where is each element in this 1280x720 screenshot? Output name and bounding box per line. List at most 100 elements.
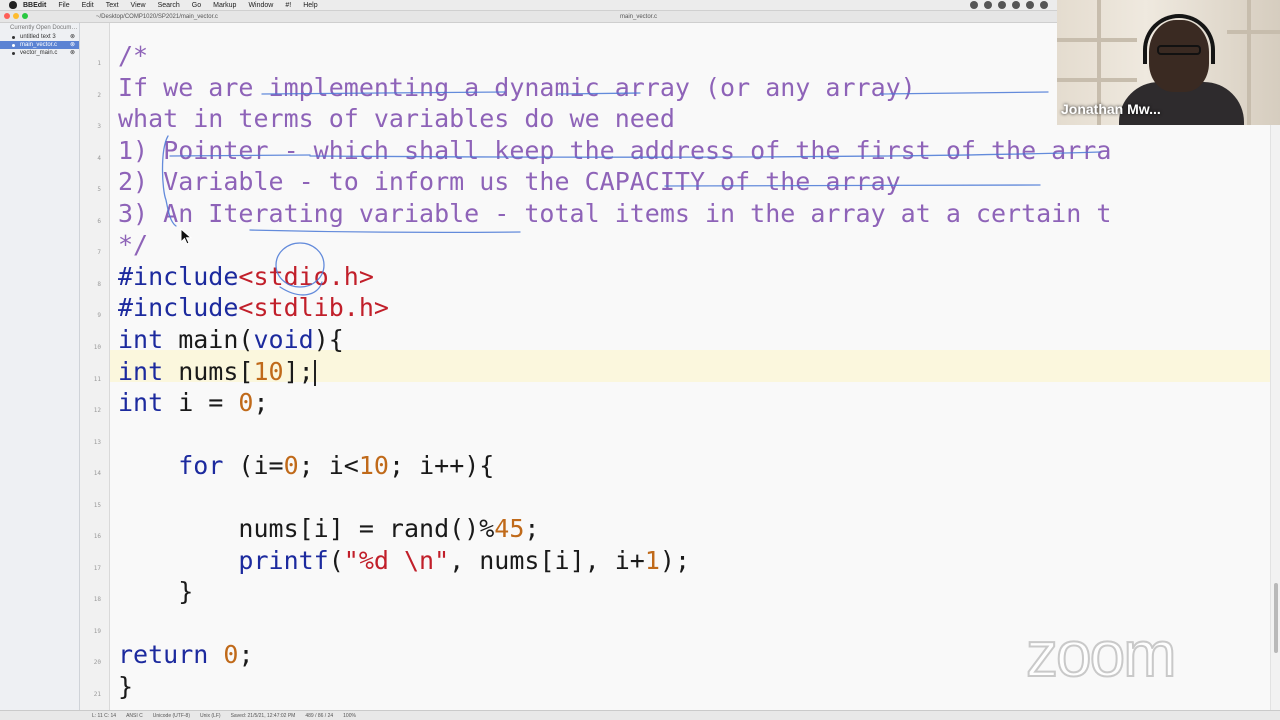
menu-item[interactable]: View — [131, 2, 146, 9]
code-line[interactable]: int i = 0; — [118, 387, 269, 419]
status-icon[interactable] — [998, 1, 1006, 9]
status-item: L: 11 C: 14 — [92, 712, 117, 719]
apple-icon[interactable] — [9, 1, 17, 9]
line-number: 7 — [97, 249, 101, 257]
code-token: ; — [524, 514, 540, 544]
code-token: <stdlib.h> — [238, 293, 389, 323]
code-line[interactable]: 2) Variable - to inform us the CAPACITY … — [118, 166, 901, 198]
code-token: int — [118, 324, 164, 354]
status-icon[interactable] — [1012, 1, 1020, 9]
close-window-button[interactable] — [4, 13, 10, 19]
code-line[interactable]: */ — [118, 229, 148, 261]
code-line[interactable]: return 0; — [118, 639, 254, 671]
status-item[interactable]: 489 / 86 / 24 — [305, 713, 333, 719]
code-token: } — [118, 577, 194, 607]
line-number: 21 — [93, 691, 101, 698]
status-icon[interactable] — [984, 1, 992, 9]
status-item[interactable]: 100% — [343, 713, 356, 719]
sidebar-item-label: vector_main.c — [20, 50, 58, 56]
code-line[interactable]: what in terms of variables do we need — [118, 103, 675, 135]
menu-items: BBEdit File Edit Text View Search Go Markup Wind… — [23, 2, 330, 9]
line-number: 10 — [93, 343, 101, 351]
close-document-icon[interactable]: ⊗ — [70, 33, 75, 41]
bookshelf — [1227, 30, 1280, 34]
code-token: If we are implementing a dynamic array (… — [118, 72, 916, 102]
bookshelf — [1247, 0, 1251, 125]
code-line[interactable]: for (i=0; i<10; i++){ — [118, 450, 494, 482]
sidebar-document-item[interactable]: untitled text 3 ⊗ — [0, 33, 79, 41]
code-token: ]; — [283, 356, 314, 386]
code-token: /* — [118, 41, 149, 70]
sidebar-document-item[interactable]: vector_main.c ⊗ — [0, 49, 79, 57]
code-token: <stdio.h> — [238, 261, 374, 291]
code-token: ){ — [313, 324, 344, 354]
code-token: int — [118, 356, 164, 386]
bluetooth-icon[interactable] — [1040, 1, 1048, 9]
minimize-window-button[interactable] — [13, 13, 19, 19]
status-item[interactable]: ANSI C — [126, 713, 143, 719]
code-line[interactable]: } — [118, 671, 133, 703]
menu-item[interactable]: Go — [192, 2, 201, 9]
vertical-scrollbar[interactable] — [1270, 23, 1280, 710]
code-token: i = — [163, 388, 239, 418]
menu-item[interactable]: Text — [106, 2, 119, 9]
code-token: ; i++){ — [388, 451, 495, 481]
code-token: 10 — [253, 356, 284, 386]
menu-item[interactable]: Markup — [213, 2, 236, 9]
menu-item[interactable]: Search — [158, 2, 180, 9]
code-line[interactable]: #include<stdio.h> — [118, 261, 374, 293]
code-line[interactable]: /* — [118, 40, 148, 72]
menu-item[interactable]: BBEdit — [23, 2, 46, 9]
status-item[interactable]: Unicode (UTF-8) — [153, 713, 190, 719]
code-line[interactable]: printf("%d \n", nums[i], i+1); — [118, 545, 690, 577]
document-path: ~/Desktop/COMP1020/SP2021/main_vector.c — [96, 14, 218, 20]
code-token: return — [118, 640, 209, 670]
menu-item[interactable]: Help — [303, 2, 317, 9]
status-item[interactable]: Unix (LF) — [200, 713, 221, 719]
menu-item[interactable]: File — [58, 2, 69, 9]
line-number: 5 — [97, 186, 101, 194]
status-bar: L: 11 C: 14 ANSI C Unicode (UTF-8) Unix (LF… — [0, 710, 1280, 720]
code-line[interactable]: #include<stdlib.h> — [118, 292, 389, 324]
scrollbar-thumb[interactable] — [1274, 583, 1278, 653]
code-line[interactable]: nums[i] = rand()%45; — [118, 513, 539, 545]
sidebar-document-item[interactable]: main_vector.c ⊗ — [0, 41, 79, 49]
line-number: 8 — [97, 280, 101, 288]
code-token: ; — [238, 640, 254, 670]
code-token: 45 — [494, 514, 525, 544]
code-token: 1 — [644, 545, 660, 575]
zoom-window-button[interactable] — [22, 13, 28, 19]
code-line[interactable]: int main(void){ — [118, 324, 344, 356]
line-number: 6 — [97, 217, 101, 225]
code-token: nums[ — [163, 356, 254, 386]
code-line[interactable]: int nums[10]; — [118, 356, 316, 388]
zoom-watermark: zoom — [1025, 617, 1177, 691]
code-token: 2) Variable - to inform us the CAPACITY … — [118, 167, 901, 197]
status-icon[interactable] — [970, 1, 978, 9]
code-line[interactable]: 3) An Iterating variable - total items i… — [118, 198, 1111, 230]
code-token: nums[i] = rand()% — [118, 514, 495, 544]
close-document-icon[interactable]: ⊗ — [70, 49, 75, 57]
sidebar-item-label: main_vector.c — [20, 42, 58, 48]
menu-item[interactable]: Window — [248, 2, 273, 9]
document-icon — [12, 36, 15, 39]
code-line[interactable]: } — [118, 576, 193, 608]
window-title: main_vector.c — [620, 14, 658, 20]
code-token: #include — [118, 261, 239, 291]
menu-item[interactable]: Edit — [82, 2, 94, 9]
wifi-icon[interactable] — [1026, 1, 1034, 9]
code-token: void — [253, 324, 314, 354]
close-document-icon[interactable]: ⊗ — [70, 41, 75, 49]
open-documents-sidebar: Currently Open Docum… untitled text 3 ⊗ ma… — [0, 23, 80, 710]
line-number: 2 — [97, 91, 101, 99]
status-item[interactable]: Saved: 21/5/21, 12:47:02 PM — [231, 713, 296, 719]
code-token: what in terms of variables do we need — [118, 104, 675, 134]
code-token: } — [118, 672, 134, 701]
code-editor[interactable]: /* If we are implementing a dynamic array… — [110, 23, 1270, 710]
line-number: 17 — [93, 564, 101, 572]
menu-item[interactable]: #! — [285, 2, 291, 9]
code-token: 1) Pointer - which shall keep the addres… — [118, 135, 1112, 165]
code-line[interactable]: If we are implementing a dynamic array (… — [118, 72, 916, 104]
code-line[interactable]: 1) Pointer - which shall keep the addres… — [118, 135, 1111, 167]
